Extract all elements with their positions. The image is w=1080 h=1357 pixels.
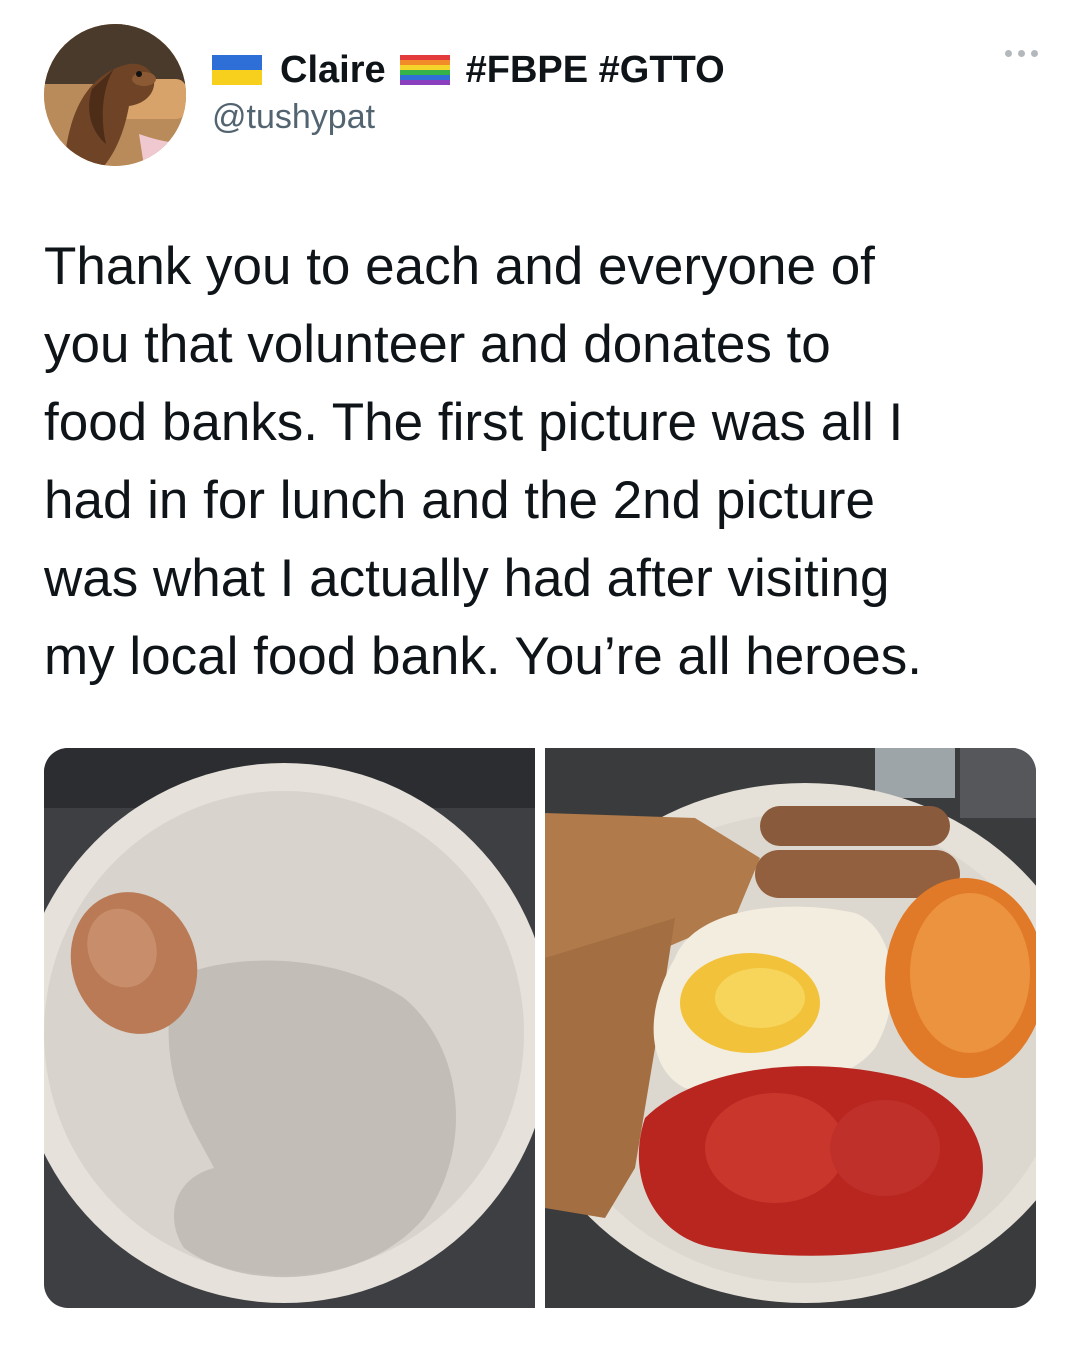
author-display-name[interactable]: Claire — [280, 49, 386, 92]
photo-egg-on-plate[interactable] — [44, 748, 535, 1308]
rainbow-flag-icon — [399, 55, 450, 85]
more-options-icon[interactable] — [1005, 50, 1038, 57]
photo-full-breakfast[interactable] — [545, 748, 1036, 1308]
tweet-media — [44, 748, 1036, 1308]
author-name-row: Claire #FBPE #GTTO — [212, 44, 725, 96]
author-hashtags: #FBPE #GTTO — [465, 48, 725, 91]
avatar[interactable] — [44, 24, 186, 166]
ukraine-flag-icon — [212, 55, 262, 85]
dachshund-avatar-icon — [44, 24, 186, 166]
author-handle[interactable]: @tushypat — [212, 98, 375, 137]
tweet-text: Thank you to each and everyone of you th… — [44, 237, 922, 686]
